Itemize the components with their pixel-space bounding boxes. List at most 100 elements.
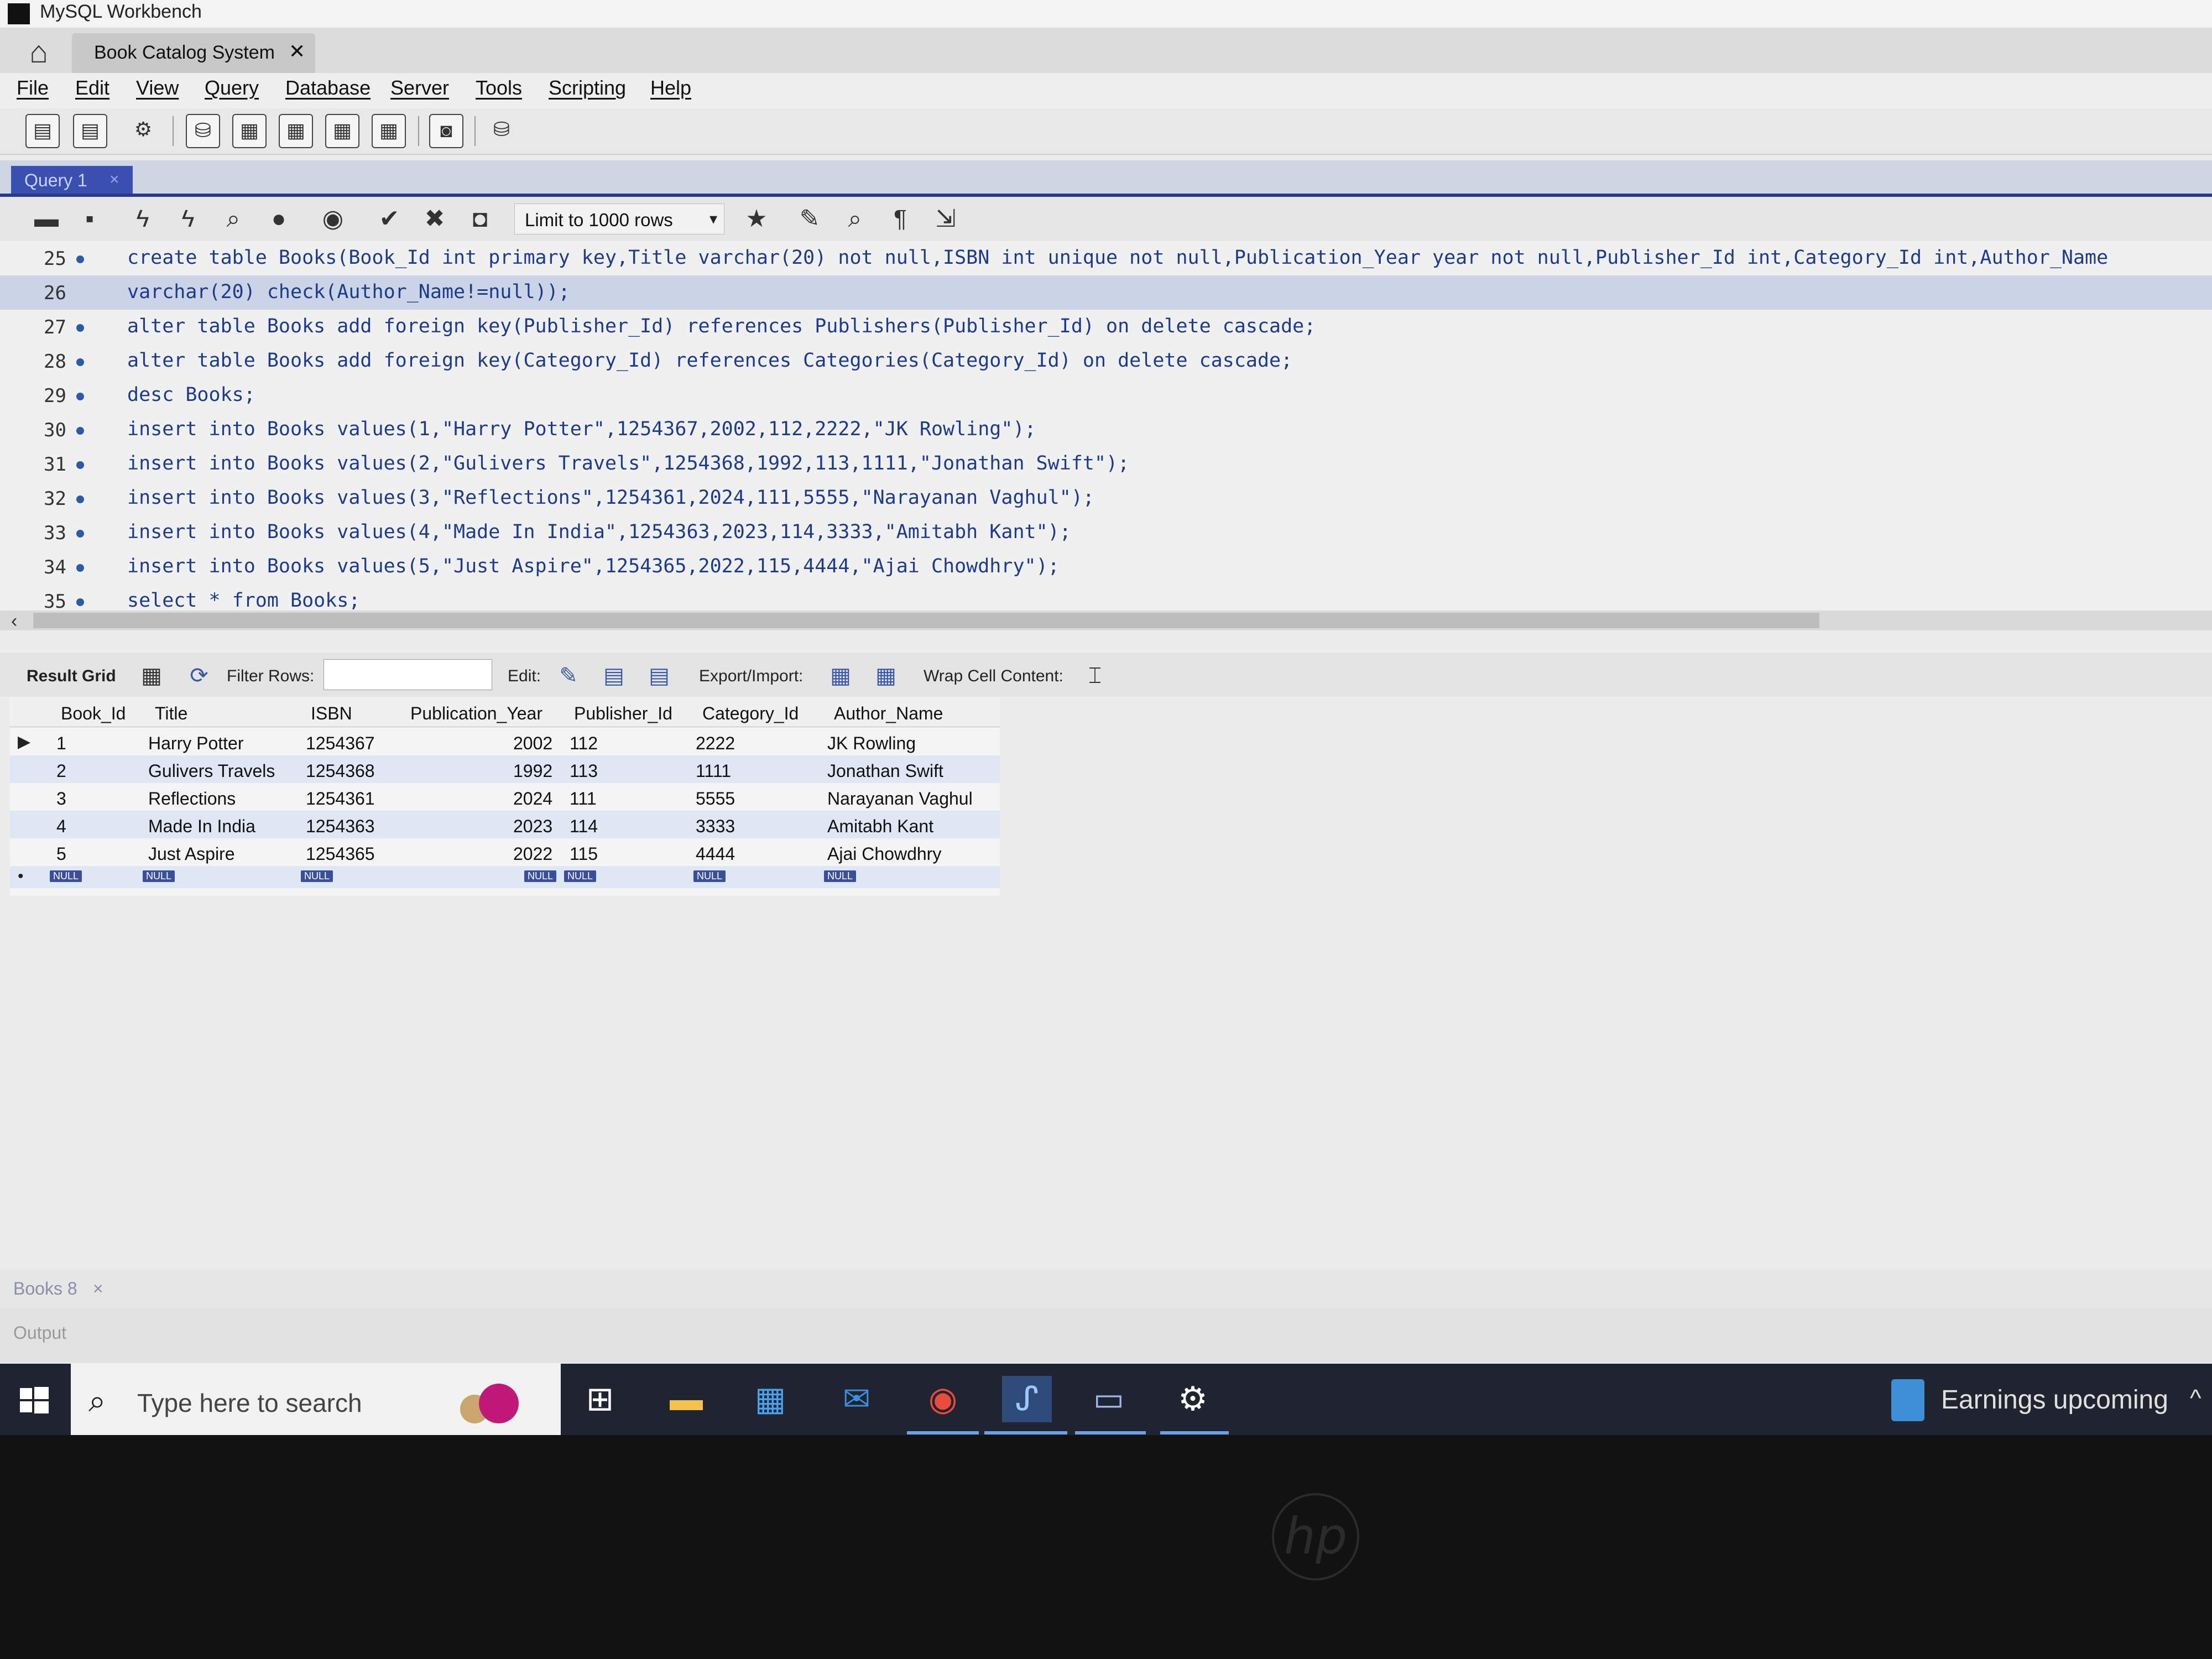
close-icon[interactable]: × — [93, 1279, 103, 1299]
cell[interactable]: Made In India — [148, 816, 255, 837]
cell[interactable]: 2222 — [696, 733, 735, 754]
refresh-icon[interactable]: ⟳ — [184, 660, 215, 691]
cell[interactable]: JK Rowling — [827, 733, 916, 754]
grid-view-icon[interactable]: ▦ — [136, 660, 167, 691]
cell[interactable]: Gulivers Travels — [148, 761, 275, 781]
column-header[interactable]: Publication_Year — [410, 703, 542, 724]
cell[interactable]: 4 — [56, 816, 66, 837]
cell[interactable]: 2002 — [513, 733, 552, 754]
snippets-icon[interactable]: ✎ — [794, 204, 825, 234]
sql-editor[interactable]: 25 create table Books(Book_Id int primar… — [0, 241, 2212, 623]
chevron-up-icon[interactable]: ^ — [2190, 1385, 2201, 1412]
cell[interactable]: 112 — [570, 733, 598, 754]
new-sql-tab-icon[interactable]: ▤ — [25, 114, 60, 148]
search-table-data-icon[interactable]: ◙ — [429, 114, 463, 148]
cell[interactable]: Just Aspire — [148, 844, 235, 864]
limit-rows-select[interactable]: Limit to 1000 rows ▾ — [514, 204, 724, 234]
task-view-icon[interactable]: ⊞ — [575, 1376, 625, 1422]
menu-file[interactable]: File — [17, 76, 49, 100]
word-wrap-icon[interactable]: ⇲ — [930, 204, 961, 234]
cell[interactable]: 2 — [56, 761, 66, 781]
cell[interactable]: 1254368 — [306, 761, 375, 781]
cell[interactable]: Jonathan Swift — [827, 761, 943, 781]
cell[interactable]: 1992 — [513, 761, 552, 781]
mail-icon[interactable]: ✉ — [832, 1376, 881, 1422]
menu-view[interactable]: View — [136, 76, 179, 100]
beautify-icon[interactable]: ★ — [741, 204, 772, 234]
export-icon[interactable]: ▦ — [825, 660, 856, 691]
cell[interactable]: 114 — [570, 816, 598, 837]
autocommit-icon[interactable]: ◘ — [465, 204, 495, 234]
wrap-cell-icon[interactable]: ⌶ — [1079, 660, 1110, 691]
delete-row-icon[interactable]: ▤ — [644, 660, 675, 691]
cell[interactable]: 111 — [570, 789, 597, 809]
editor-horizontal-scrollbar[interactable]: ‹ — [0, 611, 2212, 632]
column-header[interactable]: Book_Id — [61, 703, 126, 724]
news-widget-label[interactable]: Earnings upcoming — [1941, 1385, 2168, 1415]
cell[interactable]: Amitabh Kant — [827, 816, 933, 837]
cell[interactable]: 115 — [570, 844, 598, 864]
toggle-error-stop-icon[interactable]: ◉ — [317, 204, 348, 234]
close-icon[interactable]: × — [109, 170, 119, 189]
cell[interactable]: Ajai Chowdhry — [827, 844, 941, 864]
cell[interactable]: 3 — [56, 789, 66, 809]
cell[interactable]: 1254361 — [306, 789, 375, 809]
edit-row-icon[interactable]: ✎ — [553, 660, 584, 691]
table-row[interactable]: 5 Just Aspire 1254365 2022 115 4444 Ajai… — [10, 838, 1000, 866]
chevron-left-icon[interactable]: ‹ — [11, 611, 17, 632]
cell[interactable]: Reflections — [148, 789, 236, 809]
cell[interactable]: 113 — [570, 761, 598, 781]
column-header[interactable]: Title — [155, 703, 187, 724]
menu-query[interactable]: Query — [205, 76, 259, 100]
menu-server[interactable]: Server — [390, 76, 449, 100]
taskbar-search-box[interactable]: ⌕ Type here to search — [71, 1364, 561, 1435]
explain-icon[interactable]: ⌕ — [218, 204, 249, 234]
cell[interactable]: Narayanan Vaghul — [827, 789, 973, 809]
cell[interactable]: 4444 — [696, 844, 735, 864]
create-procedure-icon[interactable]: ▦ — [325, 114, 359, 148]
table-row[interactable]: 3 Reflections 1254361 2024 111 5555 Nara… — [10, 783, 1000, 811]
commit-icon[interactable]: ✔ — [374, 204, 405, 234]
open-folder-icon[interactable]: ▬ — [31, 204, 62, 234]
mysql-workbench-icon[interactable]: ᔑ — [1002, 1376, 1052, 1422]
cell[interactable]: 3333 — [696, 816, 735, 837]
import-icon[interactable]: ▦ — [870, 660, 901, 691]
file-explorer-icon[interactable]: ▬ — [661, 1376, 711, 1422]
settings-gear-icon[interactable]: ⚙ — [1168, 1376, 1218, 1422]
cell[interactable]: 5 — [56, 844, 66, 864]
create-function-icon[interactable]: ▦ — [372, 114, 406, 148]
create-schema-icon[interactable]: ⛁ — [186, 114, 220, 148]
microsoft-store-icon[interactable]: ▦ — [745, 1376, 795, 1422]
connection-tab[interactable]: Book Catalog System ✕ — [72, 33, 315, 73]
stop-icon[interactable]: ● — [263, 204, 294, 234]
menu-edit[interactable]: Edit — [75, 76, 109, 100]
execute-icon[interactable]: ϟ — [127, 204, 158, 234]
cell[interactable]: 1254363 — [306, 816, 375, 837]
cell[interactable]: Harry Potter — [148, 733, 243, 754]
invisible-chars-icon[interactable]: ¶ — [885, 204, 916, 234]
cell[interactable]: 2024 — [513, 789, 552, 809]
cell[interactable]: 1254365 — [306, 844, 375, 864]
cell[interactable]: 1111 — [696, 761, 731, 781]
cell[interactable]: 1254367 — [306, 733, 375, 754]
add-row-icon[interactable]: ▤ — [598, 660, 629, 691]
find-replace-icon[interactable]: ⌕ — [839, 204, 870, 234]
result-grid-label[interactable]: Result Grid — [27, 667, 116, 686]
inspector-icon[interactable]: ⚙ — [126, 114, 160, 148]
create-view-icon[interactable]: ▦ — [279, 114, 313, 148]
chrome-icon[interactable]: ◉ — [918, 1376, 968, 1422]
windows-start-button[interactable] — [0, 1364, 69, 1435]
cell[interactable]: 2023 — [513, 816, 552, 837]
execute-current-icon[interactable]: ϟ — [173, 204, 204, 234]
reconnect-icon[interactable]: ⛁ — [484, 114, 519, 148]
close-icon[interactable]: ✕ — [289, 40, 305, 63]
column-header[interactable]: Publisher_Id — [574, 703, 672, 724]
create-table-icon[interactable]: ▦ — [232, 114, 267, 148]
rollback-icon[interactable]: ✖ — [419, 204, 450, 234]
result-grid[interactable]: Book_Id Title ISBN Publication_Year Publ… — [10, 697, 1000, 896]
scrollbar-thumb[interactable] — [33, 613, 1819, 628]
news-widget-icon[interactable] — [1891, 1379, 1924, 1421]
open-sql-script-icon[interactable]: ▤ — [73, 114, 107, 148]
tab-query-1[interactable]: Query 1 × — [11, 166, 133, 194]
table-row[interactable]: ▶ 1 Harry Potter 1254367 2002 112 2222 J… — [10, 728, 1000, 755]
